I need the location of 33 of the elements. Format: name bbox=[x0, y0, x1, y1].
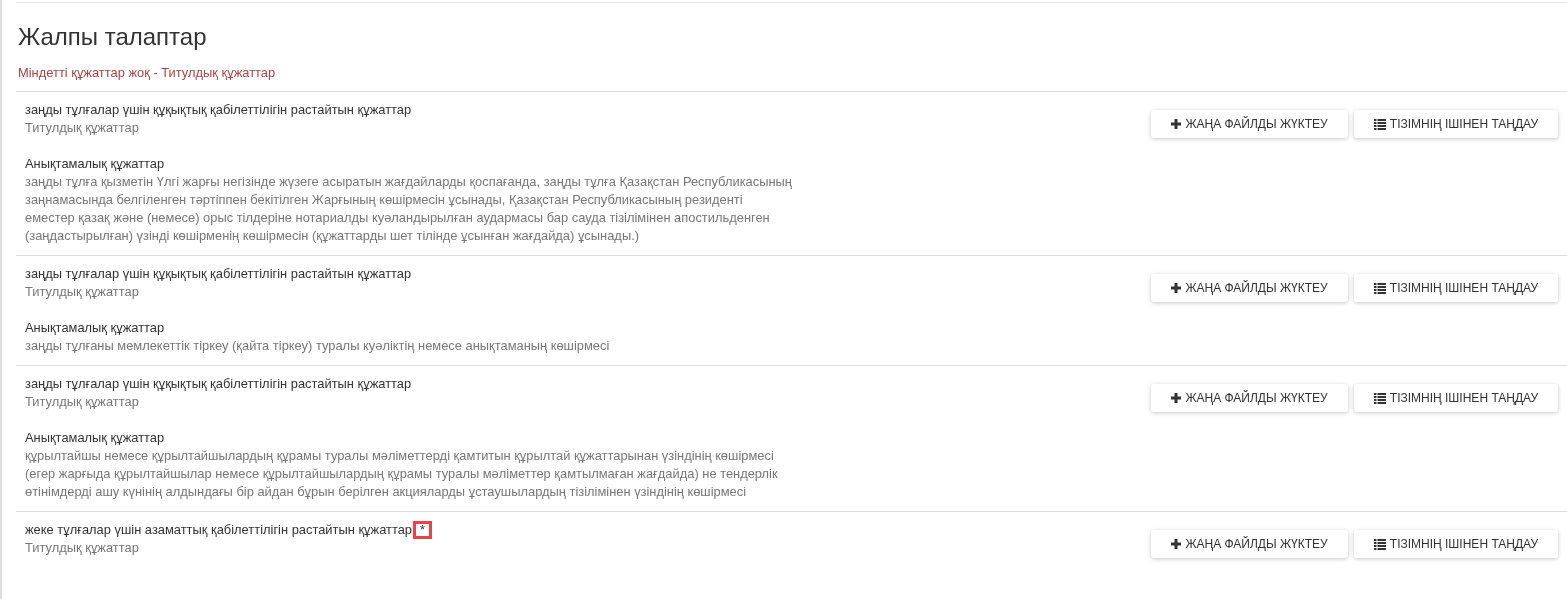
upload-button[interactable]: ЖАҢА ФАЙЛДЫ ЖҮКТЕУ bbox=[1151, 274, 1348, 302]
plus-icon bbox=[1171, 539, 1182, 549]
select-from-list-button[interactable]: ТІЗІМНІҢ ІШІНЕН ТАҢДАУ bbox=[1354, 530, 1558, 558]
list-icon bbox=[1373, 538, 1386, 550]
select-from-list-button[interactable]: ТІЗІМНІҢ ІШІНЕН ТАҢДАУ bbox=[1354, 384, 1558, 412]
document-category: Титулдық құжаттар bbox=[25, 283, 140, 301]
list-icon bbox=[1373, 118, 1386, 130]
document-title: жеке тұлғалар үшін азаматтық қабілеттілігін растайтын құжаттар bbox=[25, 521, 413, 539]
reference-text: заңды тұлғаны мемлекеттік тіркеу (қайта тіркеу) туралы куәліктің немесе анықтаманың көшірмесі bbox=[25, 337, 611, 355]
document-title: заңды тұлғалар үшін құқықтық қабілеттілігін растайтын құжаттар bbox=[25, 265, 412, 283]
list-icon bbox=[1373, 392, 1386, 404]
notice-text: Міндетті құжаттар жоқ - Титулдық құжаттар bbox=[18, 64, 277, 82]
reference-text: құрылтайшы немесе құрылтайшылардың құрамы туралы мәліметтерді қамтитын құрылтай құжаттарынан үзіндінің көшірмесі (егер жарғыда құрылтайшылар немесе құрылтайшылардың құрамы туралы мәліметтер қамтылмаған жағдайда) не тендерлік өтінімдерді ашу күнінің алдындағы бір айдан бұрын берілген акцияларды ұстаушылардың тізілімінен үзіндінің көшірмесі bbox=[25, 447, 779, 501]
plus-icon bbox=[1171, 393, 1182, 403]
document-title: заңды тұлғалар үшін құқықтық қабілеттілігін растайтын құжаттар bbox=[25, 101, 412, 119]
plus-icon bbox=[1171, 283, 1182, 293]
reference-title: Анықтамалық құжаттар bbox=[25, 155, 166, 173]
select-from-list-button[interactable]: ТІЗІМНІҢ ІШІНЕН ТАҢДАУ bbox=[1354, 110, 1558, 138]
document-category: Титулдық құжаттар bbox=[25, 539, 140, 557]
upload-button[interactable]: ЖАҢА ФАЙЛДЫ ЖҮКТЕУ bbox=[1151, 530, 1348, 558]
plus-icon bbox=[1171, 119, 1182, 129]
list-icon bbox=[1373, 282, 1386, 294]
upload-button[interactable]: ЖАҢА ФАЙЛДЫ ЖҮКТЕУ bbox=[1151, 384, 1348, 412]
reference-title: Анықтамалық құжаттар bbox=[25, 429, 166, 447]
select-from-list-button[interactable]: ТІЗІМНІҢ ІШІНЕН ТАҢДАУ bbox=[1354, 274, 1558, 302]
document-category: Титулдық құжаттар bbox=[25, 393, 140, 411]
reference-title: Анықтамалық құжаттар bbox=[25, 319, 166, 337]
document-category: Титулдық құжаттар bbox=[25, 119, 140, 137]
section-heading: Жалпы талаптар bbox=[18, 22, 208, 52]
required-mark: * bbox=[413, 521, 433, 539]
document-title: заңды тұлғалар үшін құқықтық қабілеттілігін растайтын құжаттар bbox=[25, 375, 412, 393]
reference-text: заңды тұлға қызметін Үлгі жарғы негізінде жүзеге асыратын жағдайларды қоспағанда, заңды тұлға Қазақстан Республикасының заңнамасында белгіленген тәртіппен бекітілген Жарғының көшірмесін ұсынады, Қазақстан Республикасының резиденті еместер қазақ және (немесе) орыс тілдеріне нотариалды куәландырылған аудармасы бар сауда тізілімінен апостильденген (заңдастырылған) үзінді көшірменің көшірмесін (құжаттарды шет тілінде ұсынған жағдайда) ұсынады.) bbox=[25, 173, 793, 245]
upload-button[interactable]: ЖАҢА ФАЙЛДЫ ЖҮКТЕУ bbox=[1151, 110, 1348, 138]
